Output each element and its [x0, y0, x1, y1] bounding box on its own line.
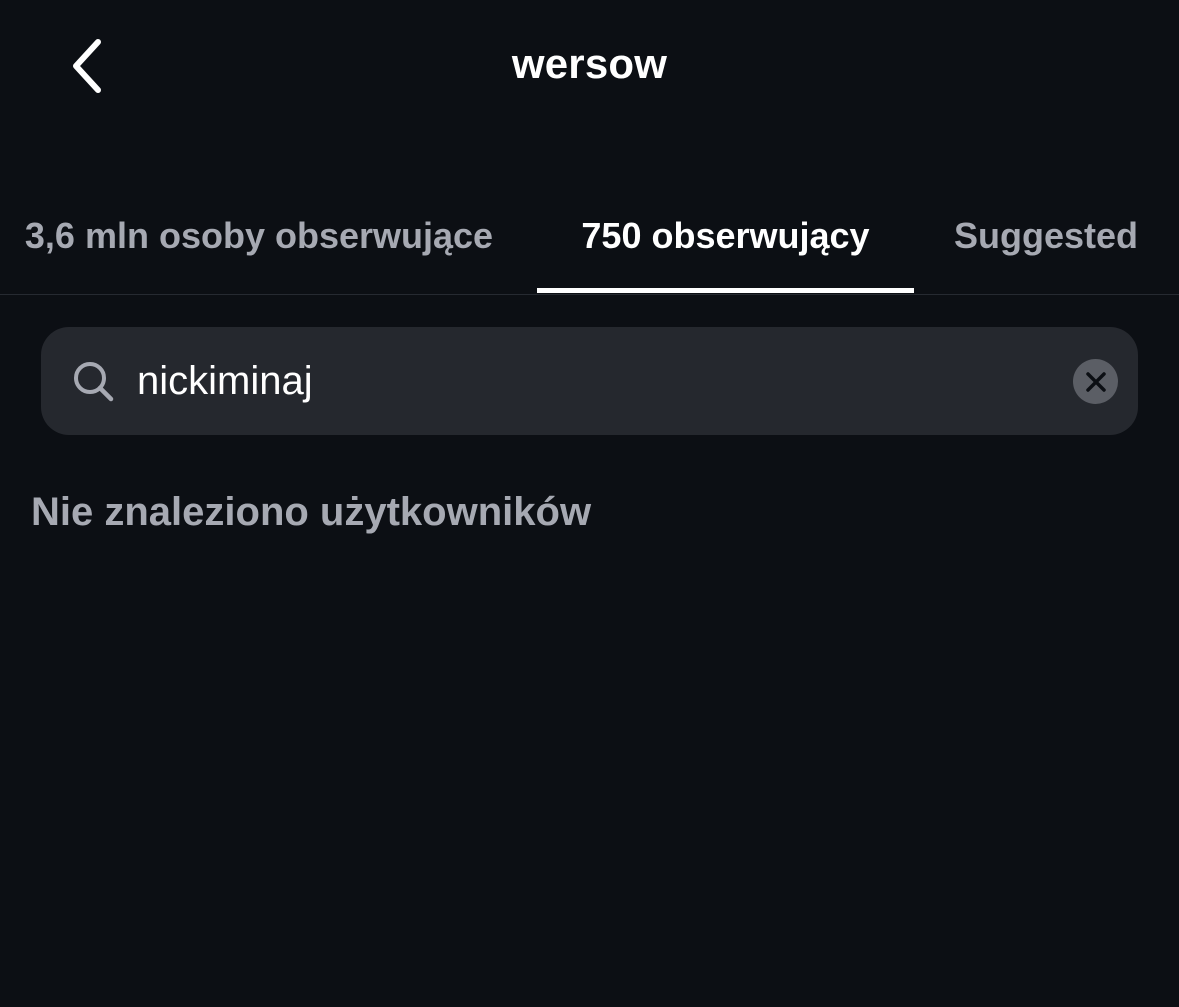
tab-suggested[interactable]: Suggested: [932, 180, 1160, 292]
tab-bar: 3,6 mln osoby obserwujące 750 obserwując…: [0, 180, 1179, 295]
active-tab-indicator: [537, 288, 914, 293]
search-bar[interactable]: [41, 327, 1138, 435]
top-bar: wersow: [0, 0, 1179, 140]
search-input[interactable]: [137, 349, 1037, 413]
tab-following[interactable]: 750 obserwujący: [537, 180, 914, 292]
search-icon: [74, 362, 114, 402]
empty-results-message: Nie znaleziono użytkowników: [31, 490, 592, 534]
tab-followers[interactable]: 3,6 mln osoby obserwujące: [0, 180, 518, 292]
page-title: wersow: [511, 40, 668, 87]
close-icon: [1085, 371, 1106, 392]
clear-search-button[interactable]: [1073, 359, 1118, 404]
